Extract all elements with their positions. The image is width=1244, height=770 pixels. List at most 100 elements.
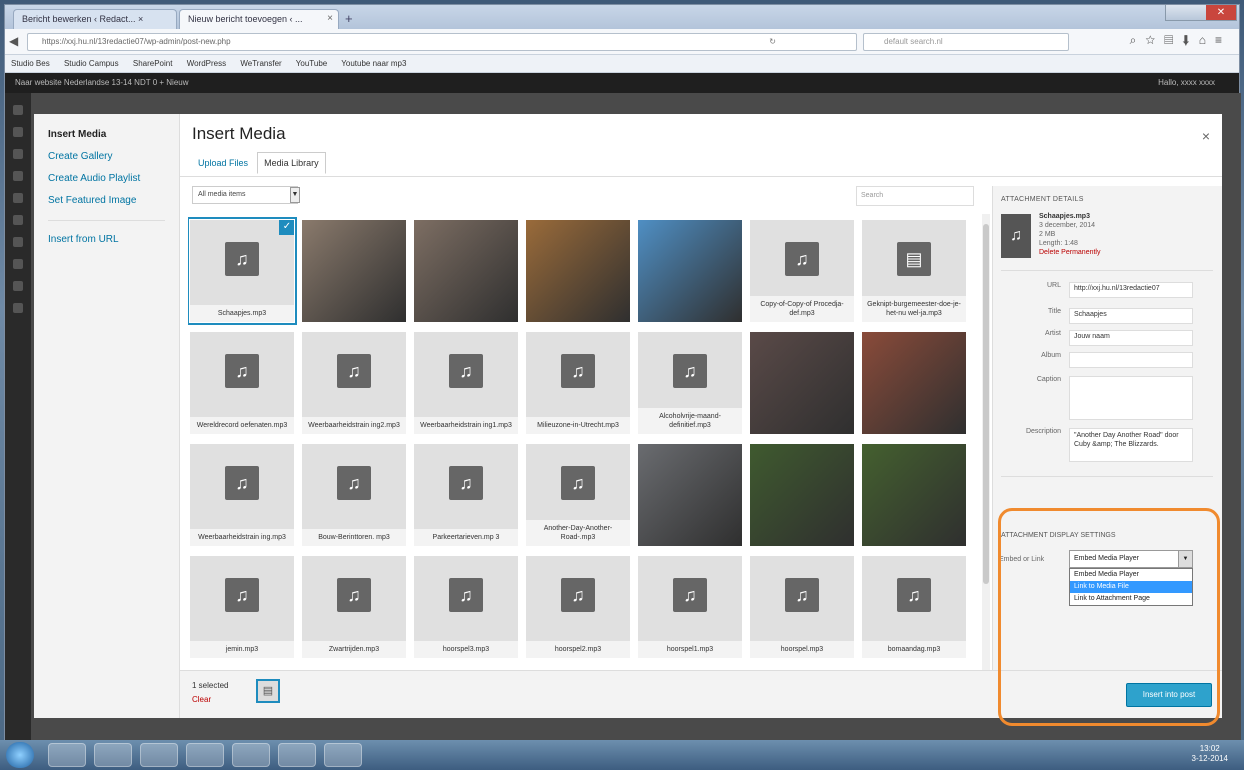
taskbar-app-icon[interactable] bbox=[324, 743, 362, 767]
taskbar-app-icon[interactable] bbox=[186, 743, 224, 767]
close-tab-icon[interactable]: × bbox=[327, 13, 333, 24]
attachment-caption: hoorspel3.mp3 bbox=[414, 641, 518, 658]
media-filter-select[interactable]: All media items bbox=[192, 186, 298, 204]
selected-attachment-thumb[interactable]: ▤ bbox=[256, 679, 280, 703]
attachment-item[interactable]: ♫ bomaandag.mp3 bbox=[862, 556, 966, 658]
taskbar-app-icon[interactable] bbox=[94, 743, 132, 767]
start-button[interactable] bbox=[6, 742, 34, 768]
attachment-item[interactable] bbox=[414, 220, 518, 322]
bookmarks-bar: Studio Bes Studio Campus SharePoint Word… bbox=[5, 55, 1239, 73]
artist-label: Artist bbox=[1045, 330, 1061, 337]
url-field[interactable]: http://xxj.hu.nl/13redactie07 bbox=[1069, 282, 1193, 298]
attachment-item[interactable]: ♫ hoorspel1.mp3 bbox=[638, 556, 742, 658]
attachment-item[interactable]: ♫ hoorspel.mp3 bbox=[750, 556, 854, 658]
wp-admin-menu bbox=[5, 93, 31, 741]
bookmark-item[interactable]: WordPress bbox=[187, 59, 226, 68]
attachment-item[interactable]: ♫ hoorspel2.mp3 bbox=[526, 556, 630, 658]
tab-media-library[interactable]: Media Library bbox=[257, 152, 326, 174]
taskbar-app-icon[interactable] bbox=[278, 743, 316, 767]
attachment-item[interactable]: ♫ Schaapjes.mp3 ✓ bbox=[188, 217, 297, 325]
attachment-item[interactable]: ♫ Weerbaarheidstrain ing2.mp3 bbox=[302, 332, 406, 434]
title-field[interactable]: Schaapjes bbox=[1069, 308, 1193, 324]
attachment-item[interactable] bbox=[750, 332, 854, 434]
bookmark-item[interactable]: Youtube naar mp3 bbox=[341, 59, 406, 68]
album-field[interactable] bbox=[1069, 352, 1193, 368]
admin-bar-user[interactable]: Hallo, xxxx xxxx bbox=[1158, 73, 1215, 93]
tab-upload-files[interactable]: Upload Files bbox=[192, 153, 254, 173]
attachment-item[interactable]: ▤ Geknipt-burgemeester-doe-je-het-nu wel-… bbox=[862, 220, 966, 322]
attachment-item[interactable]: ♫ Alcoholvrije-maand-definitief.mp3 bbox=[638, 332, 742, 434]
close-icon[interactable]: × bbox=[1202, 128, 1210, 144]
details-size: 2 MB bbox=[1039, 231, 1056, 238]
url-label: URL bbox=[1046, 282, 1061, 289]
annotation-highlight bbox=[998, 508, 1220, 726]
audio-file-icon: ♫ bbox=[785, 242, 819, 276]
tab-label: Bericht bewerken ‹ Redact... × bbox=[22, 14, 144, 24]
clear-selection-link[interactable]: Clear bbox=[192, 695, 211, 704]
sidebar-item-create-audio-playlist[interactable]: Create Audio Playlist bbox=[34, 168, 179, 190]
caption-field[interactable] bbox=[1069, 376, 1193, 420]
audio-file-icon: ♫ bbox=[897, 578, 931, 612]
clock-date: 3-12-2014 bbox=[1191, 754, 1228, 763]
taskbar-app-icon[interactable] bbox=[48, 743, 86, 767]
attachment-caption: Weerbaarheidstrain ing.mp3 bbox=[190, 529, 294, 546]
grid-scrollbar[interactable] bbox=[982, 214, 990, 674]
attachment-item[interactable] bbox=[526, 220, 630, 322]
admin-bar-links[interactable]: Naar website Nederlandse 13-14 NDT 0 + N… bbox=[15, 78, 189, 87]
taskbar-clock[interactable]: 13:02 3-12-2014 bbox=[1192, 744, 1228, 764]
sidebar-item-insert-media[interactable]: Insert Media bbox=[34, 124, 179, 146]
refresh-icon[interactable]: ↻ bbox=[769, 34, 776, 50]
taskbar-app-icon[interactable] bbox=[232, 743, 270, 767]
artist-field[interactable]: Jouw naam bbox=[1069, 330, 1193, 346]
attachment-item[interactable] bbox=[638, 444, 742, 546]
taskbar-app-icon[interactable] bbox=[140, 743, 178, 767]
sidebar-item-set-featured-image[interactable]: Set Featured Image bbox=[34, 190, 179, 212]
delete-permanently-link[interactable]: Delete Permanently bbox=[1039, 248, 1100, 257]
windows-taskbar: 13:02 3-12-2014 bbox=[0, 740, 1244, 770]
bookmark-item[interactable]: Studio Bes bbox=[11, 59, 50, 68]
attachment-item[interactable]: ♫ Copy-of-Copy-of Procedja-def.mp3 bbox=[750, 220, 854, 322]
bookmark-item[interactable]: YouTube bbox=[296, 59, 327, 68]
attachment-item[interactable] bbox=[862, 332, 966, 434]
bookmark-item[interactable]: SharePoint bbox=[133, 59, 173, 68]
bookmark-item[interactable]: Studio Campus bbox=[64, 59, 119, 68]
attachment-item[interactable]: ♫ hoorspel3.mp3 bbox=[414, 556, 518, 658]
attachment-item[interactable]: ♫ Another-Day-Another-Road-.mp3 bbox=[526, 444, 630, 546]
new-tab-icon[interactable]: + bbox=[345, 11, 353, 26]
details-date: 3 december, 2014 bbox=[1039, 222, 1096, 229]
attachments-grid: ♫ Schaapjes.mp3 ✓ ♫ Copy-of-Copy-of Procedja… bbox=[188, 214, 978, 674]
back-icon[interactable]: ◀ bbox=[9, 34, 18, 48]
attachment-item[interactable]: ♫ Bouw-Berinttoren. mp3 bbox=[302, 444, 406, 546]
audio-file-icon: ♫ bbox=[337, 466, 371, 500]
attachment-item[interactable]: ♫ Zwartrijden.mp3 bbox=[302, 556, 406, 658]
tab-nieuw-bericht[interactable]: Nieuw bericht toevoegen ‹ ... × bbox=[179, 9, 339, 29]
attachment-item[interactable]: ♫ Weerbaarheidstrain ing1.mp3 bbox=[414, 332, 518, 434]
attachment-item[interactable]: ♫ Weerbaarheidstrain ing.mp3 bbox=[190, 444, 294, 546]
attachment-item[interactable]: ♫ Milieuzone-in-Utrecht.mp3 bbox=[526, 332, 630, 434]
attachment-caption: Parkeertarieven.mp 3 bbox=[414, 529, 518, 546]
window-close-icon[interactable]: ✕ bbox=[1206, 5, 1236, 20]
attachment-item[interactable]: ♫ Wereldrecord oefenaten.mp3 bbox=[190, 332, 294, 434]
chevron-down-icon[interactable]: ▼ bbox=[290, 187, 300, 203]
attachment-item[interactable] bbox=[638, 220, 742, 322]
sidebar-item-insert-from-url[interactable]: Insert from URL bbox=[34, 229, 179, 251]
media-search-input[interactable]: Search bbox=[856, 186, 974, 206]
address-bar[interactable]: https://xxj.hu.nl/13redactie07/wp-admin/… bbox=[27, 33, 857, 51]
details-info: Schaapjes.mp3 3 december, 2014 2 MB Leng… bbox=[1039, 212, 1100, 257]
attachment-item[interactable]: ♫ jemin.mp3 bbox=[190, 556, 294, 658]
attachment-item[interactable]: ♫ Parkeertarieven.mp 3 bbox=[414, 444, 518, 546]
toolbar-icons[interactable]: ⌕☆▤⬇⌂≡ bbox=[1130, 33, 1231, 48]
attachment-caption: Bouw-Berinttoren. mp3 bbox=[302, 529, 406, 546]
checkmark-icon[interactable]: ✓ bbox=[279, 220, 294, 235]
attachment-caption: bomaandag.mp3 bbox=[862, 641, 966, 658]
audio-file-icon: ♫ bbox=[1001, 214, 1031, 258]
attachment-item[interactable] bbox=[302, 220, 406, 322]
attachment-item[interactable] bbox=[750, 444, 854, 546]
sidebar-item-create-gallery[interactable]: Create Gallery bbox=[34, 146, 179, 168]
description-field[interactable]: "Another Day Another Road" door Cuby &am… bbox=[1069, 428, 1193, 462]
search-bar[interactable]: default search.nl bbox=[863, 33, 1069, 51]
tab-bericht-bewerken[interactable]: Bericht bewerken ‹ Redact... × bbox=[13, 9, 177, 29]
audio-file-icon: ♫ bbox=[225, 466, 259, 500]
attachment-item[interactable] bbox=[862, 444, 966, 546]
bookmark-item[interactable]: WeTransfer bbox=[240, 59, 281, 68]
